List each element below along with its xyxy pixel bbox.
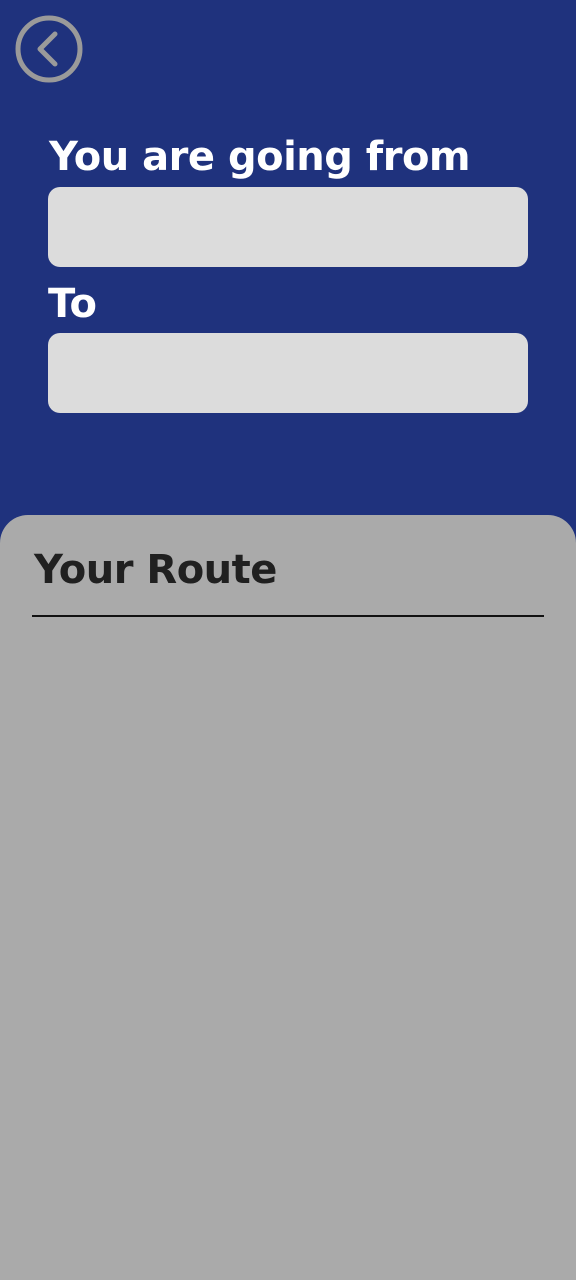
- from-input[interactable]: [48, 187, 528, 267]
- to-input[interactable]: [48, 333, 528, 413]
- to-label: To: [48, 281, 97, 327]
- back-button[interactable]: [14, 14, 84, 84]
- route-content-area: [32, 630, 544, 1260]
- route-title: Your Route: [34, 547, 277, 593]
- chevron-left-circle-icon: [15, 15, 83, 83]
- route-divider: [32, 615, 544, 617]
- from-label: You are going from: [49, 134, 471, 180]
